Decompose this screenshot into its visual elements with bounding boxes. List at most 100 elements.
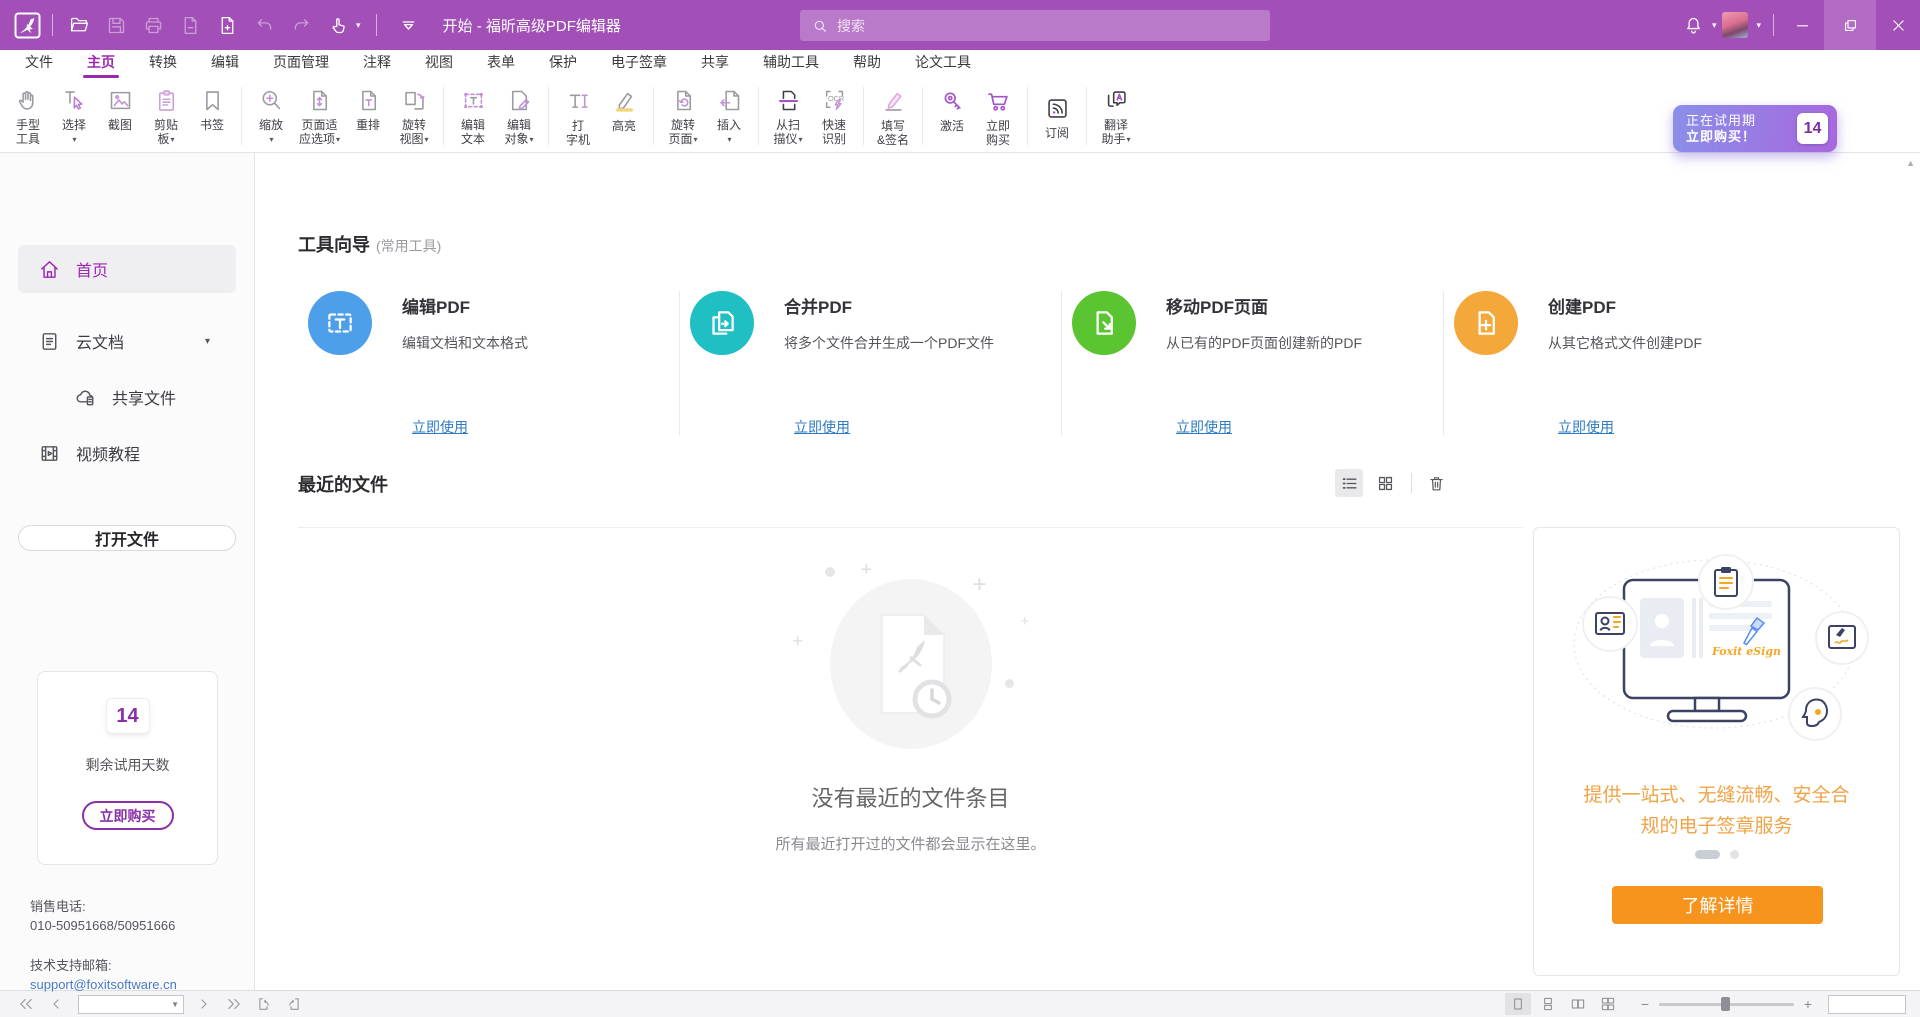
zoom-slider-thumb[interactable]	[1721, 997, 1730, 1011]
notifications-caret-icon[interactable]: ▾	[1712, 20, 1717, 31]
sidebar-item-shared-files[interactable]: 共享文件	[18, 375, 236, 419]
tool-clipboard[interactable]: 剪贴板▾	[143, 85, 189, 147]
search-input[interactable]	[837, 18, 1258, 34]
tool-buy-now[interactable]: 立即购买	[975, 86, 1021, 147]
rotate-left-button[interactable]	[252, 993, 276, 1015]
scroll-up-icon[interactable]: ▲	[1906, 158, 1915, 168]
search-bar[interactable]	[800, 10, 1270, 41]
menu-esign[interactable]: 电子签章	[594, 47, 684, 80]
menu-convert[interactable]: 转换	[132, 47, 194, 80]
menu-thesis-tools[interactable]: 论文工具	[898, 47, 988, 80]
menu-protect[interactable]: 保护	[532, 47, 594, 80]
menu-accessibility[interactable]: 辅助工具	[746, 47, 836, 80]
support-email-link[interactable]: support@foxitsoftware.cn	[30, 977, 177, 992]
menu-comment[interactable]: 注释	[346, 47, 408, 80]
trial-purchase-badge[interactable]: 正在试用期 立即购买！ 14	[1673, 105, 1837, 152]
reflow-label: 重排	[356, 118, 380, 132]
menu-view[interactable]: 视图	[408, 47, 470, 80]
tool-reflow[interactable]: 重排	[345, 85, 391, 132]
merge-pdf-use-now-link[interactable]: 立即使用	[794, 417, 850, 437]
user-avatar[interactable]	[1722, 12, 1748, 38]
rotate-pages-label: 旋转页面▾	[669, 118, 698, 147]
single-page-view-button[interactable]	[1505, 993, 1531, 1015]
notifications-bell-icon[interactable]	[1679, 10, 1709, 40]
tool-select-tool[interactable]: 选择▾	[51, 85, 97, 147]
shared-files-icon	[74, 386, 112, 409]
tool-zoom[interactable]: 缩放▾	[248, 85, 294, 147]
titlebar-right-controls: ▾ ▾	[1679, 0, 1920, 50]
tool-rotate-pages[interactable]: 旋转页面▾	[660, 85, 706, 147]
highlight-label: 高亮	[612, 119, 636, 133]
insert-pages-quick-button[interactable]	[212, 10, 242, 40]
zoom-out-button[interactable]: −	[1635, 994, 1655, 1014]
trial-badge-line2: 立即购买！	[1686, 129, 1756, 145]
zoom-percentage-box[interactable]	[1828, 995, 1906, 1014]
sidebar-item-home[interactable]: 首页	[18, 245, 236, 293]
tool-subscribe[interactable]: 订阅	[1034, 93, 1080, 140]
edit-pdf-use-now-link[interactable]: 立即使用	[412, 417, 468, 437]
zoom-slider[interactable]	[1659, 994, 1794, 1014]
minimize-button[interactable]	[1780, 0, 1824, 50]
cloud-docs-expand-caret-icon[interactable]: ▾	[205, 336, 210, 347]
open-file-button[interactable]	[64, 10, 94, 40]
list-view-button[interactable]	[1335, 469, 1363, 497]
facing-continuous-view-button[interactable]	[1595, 993, 1621, 1015]
toolbar-group-separator	[241, 87, 242, 145]
tool-quick-ocr[interactable]: OCR快速识别	[811, 85, 857, 146]
account-caret-icon[interactable]: ▾	[1756, 20, 1761, 31]
view-controls-separator	[1411, 473, 1412, 493]
zoom-percentage-input[interactable]	[1829, 996, 1905, 1013]
carousel-dot[interactable]	[1730, 850, 1739, 859]
tool-highlight[interactable]: 高亮	[601, 86, 647, 133]
collapse-ribbon-icon[interactable]	[394, 10, 424, 40]
menu-form[interactable]: 表单	[470, 47, 532, 80]
grid-view-button[interactable]	[1371, 469, 1399, 497]
sidebar-item-cloud-docs[interactable]: 云文档▾	[18, 317, 236, 365]
tool-rotate-view[interactable]: 旋转视图▾	[391, 85, 437, 147]
tool-translate-assistant[interactable]: 翻译助手▾	[1093, 85, 1139, 147]
menu-edit[interactable]: 编辑	[194, 47, 256, 80]
menu-help[interactable]: 帮助	[836, 47, 898, 80]
tool-wizard-cards: 编辑PDF编辑文档和文本格式立即使用合并PDF将多个文件合并生成一个PDF文件立…	[298, 289, 1825, 437]
tool-page-fit-options[interactable]: 页面适应选项▾	[294, 85, 345, 147]
tools-section-header: 工具向导 (常用工具)	[298, 231, 441, 257]
redo-button	[286, 10, 316, 40]
titlebar-separator	[52, 14, 53, 36]
tool-activate[interactable]: 激活	[929, 86, 975, 133]
open-file-button[interactable]: 打开文件	[18, 525, 236, 551]
recent-files-title: 最近的文件	[298, 471, 388, 497]
tool-bookmark[interactable]: 书签	[189, 85, 235, 132]
tool-from-scanner[interactable]: 从扫描仪▾	[765, 85, 811, 147]
zoom-in-button[interactable]: +	[1798, 994, 1818, 1014]
tool-snapshot[interactable]: 截图	[97, 85, 143, 132]
touch-mode-button[interactable]	[323, 10, 353, 40]
trial-days-label: 剩余试用天数	[86, 755, 170, 775]
learn-more-button[interactable]: 了解详情	[1612, 886, 1823, 924]
empty-file-icon	[830, 579, 992, 749]
tool-edit-text[interactable]: 编辑文本	[450, 85, 496, 146]
clear-recent-trash-button[interactable]	[1422, 469, 1450, 497]
buy-now-button[interactable]: 立即购买	[82, 801, 174, 830]
window-title: 开始 - 福昕高级PDF编辑器	[443, 15, 621, 36]
close-button[interactable]	[1876, 0, 1920, 50]
carousel-dot-active[interactable]	[1695, 850, 1720, 859]
insert-pages-dropdown-caret-icon: ▾	[728, 135, 732, 144]
tool-typewriter[interactable]: 打字机	[555, 86, 601, 147]
menu-page-organize[interactable]: 页面管理	[256, 47, 346, 80]
tool-edit-object[interactable]: 编辑对象▾	[496, 85, 542, 147]
restore-button[interactable]	[1824, 0, 1876, 50]
continuous-view-button[interactable]	[1535, 993, 1561, 1015]
facing-view-button[interactable]	[1565, 993, 1591, 1015]
touch-mode-caret-icon[interactable]: ▾	[356, 20, 361, 31]
menu-share[interactable]: 共享	[684, 47, 746, 80]
rotate-right-button[interactable]	[282, 993, 306, 1015]
menu-home[interactable]: 主页	[70, 47, 132, 80]
menu-file[interactable]: 文件	[8, 47, 70, 80]
tool-insert-pages[interactable]: 插入▾	[706, 85, 752, 147]
sidebar-item-video-tutorials[interactable]: 视频教程	[18, 429, 236, 477]
tool-hand-tool[interactable]: 手型工具	[5, 85, 51, 146]
tool-fill-sign[interactable]: 填写&签名	[870, 86, 916, 147]
move-pdf-pages-use-now-link[interactable]: 立即使用	[1176, 417, 1232, 437]
select-tool-dropdown-caret-icon: ▾	[72, 135, 76, 144]
create-pdf-use-now-link[interactable]: 立即使用	[1558, 417, 1614, 437]
